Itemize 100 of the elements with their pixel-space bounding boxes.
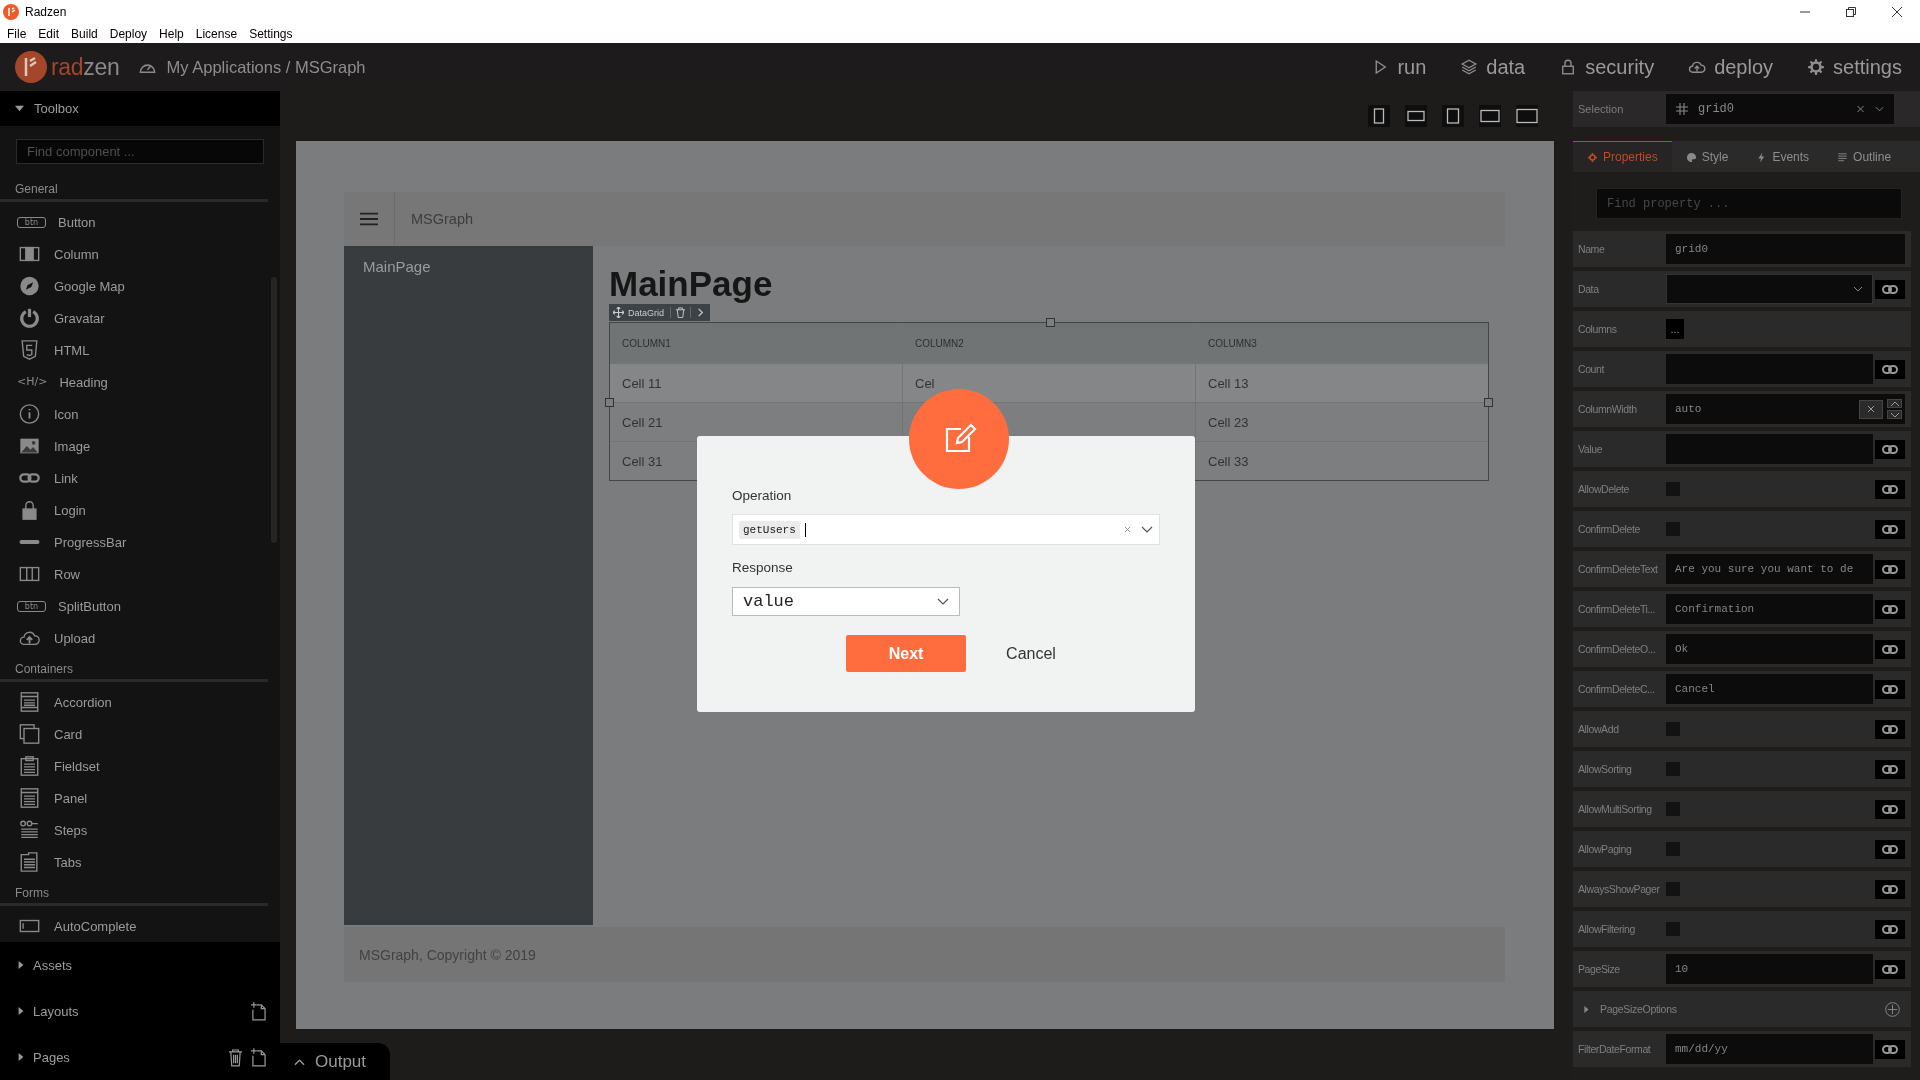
device-button[interactable] [1479,105,1501,127]
clear-icon[interactable] [1124,526,1131,533]
panel-title[interactable]: Assets [33,957,72,973]
menu-item[interactable]: Help [159,26,184,41]
toolbox-item[interactable]: Panel [0,782,268,814]
link-button[interactable] [1875,479,1905,499]
selected-chip[interactable]: getUsers [739,520,800,539]
caret-icon[interactable] [1583,1005,1590,1013]
nav-link[interactable]: data [1460,55,1526,79]
menu-item[interactable]: Deploy [109,26,148,41]
link-button[interactable] [1875,759,1905,779]
caret-icon[interactable] [17,1007,25,1015]
checkbox[interactable] [1666,722,1680,736]
menu-item[interactable]: License [195,26,238,41]
dropdown-field[interactable]: value [732,587,960,616]
toolbox-item[interactable]: Steps [0,814,268,846]
link-button[interactable] [1875,799,1905,819]
toolbox-item[interactable]: ProgressBar [0,526,268,558]
toolbox-item[interactable]: Upload [0,622,268,654]
text-field[interactable] [1666,354,1873,384]
device-button[interactable] [1405,105,1427,127]
toolbox-item[interactable]: btn SplitButton [0,590,268,622]
link-button[interactable] [1875,679,1905,699]
multi-select-field[interactable]: getUsers [732,514,1160,545]
clear-icon[interactable] [1856,105,1865,113]
nav-link[interactable]: settings [1807,55,1902,79]
checkbox[interactable] [1666,482,1680,496]
device-button[interactable] [1442,105,1464,127]
toolbox-item[interactable]: Card [0,718,268,750]
toolbox-item[interactable]: Icon [0,398,268,430]
toolbox-item[interactable]: Login [0,494,268,526]
toolbox-item[interactable]: Google Map [0,270,268,302]
ellipsis-button[interactable]: ... [1666,319,1684,339]
menu-item[interactable]: Build [71,26,98,41]
link-button[interactable] [1875,519,1905,539]
toolbox-item[interactable]: Image [0,430,268,462]
add-page-icon[interactable] [251,1001,266,1021]
menu-item[interactable]: Edit [38,26,60,41]
text-field[interactable]: Confirmation [1666,594,1873,624]
link-button[interactable] [1875,919,1905,939]
link-button[interactable] [1875,639,1905,659]
dropdown-field[interactable] [1666,274,1873,304]
link-button[interactable] [1875,719,1905,739]
trash-icon[interactable] [228,1047,243,1067]
nav-link[interactable]: security [1559,55,1655,79]
panel-title[interactable]: Layouts [33,1003,79,1019]
text-field[interactable]: grid0 [1666,234,1905,264]
cancel-button[interactable]: Cancel [1006,644,1056,663]
link-button[interactable] [1875,279,1905,299]
device-button[interactable] [1516,105,1538,127]
toolbox-item[interactable]: Gravatar [0,302,268,334]
toolbox-item[interactable]: btn Button [0,206,268,238]
search-field[interactable]: Find component ... [16,139,264,164]
resize-handle[interactable] [605,398,614,407]
menu-item[interactable]: File [7,26,27,41]
toolbox-item[interactable]: Column [0,238,268,270]
nav-link[interactable]: run [1371,55,1427,79]
tab[interactable]: Events [1742,141,1824,172]
toolbox-item[interactable]: Link [0,462,268,494]
toolbox-item[interactable]: AutoComplete [0,910,268,942]
clear-button[interactable] [1859,399,1883,419]
toolbox-item[interactable]: Tabs [0,846,268,878]
add-page-icon[interactable] [251,1047,266,1067]
caret-icon[interactable] [15,104,24,113]
text-field[interactable]: 10 [1666,954,1873,984]
text-field[interactable]: Are you sure you want to de [1666,554,1873,584]
link-button[interactable] [1875,959,1905,979]
toolbox-item[interactable]: Fieldset [0,750,268,782]
link-button[interactable] [1875,359,1905,379]
caret-icon[interactable] [1141,526,1153,533]
caret-icon[interactable] [17,961,25,969]
checkbox[interactable] [1666,762,1680,776]
resize-handle[interactable] [1046,318,1055,327]
text-field[interactable]: Ok [1666,634,1873,664]
checkbox[interactable] [1666,882,1680,896]
toolbox-item[interactable]: <H/> Heading [0,366,268,398]
nav-item[interactable]: MainPage [344,258,593,275]
checkbox[interactable] [1666,922,1680,936]
search-field[interactable]: Find property ... [1596,188,1902,219]
device-button[interactable] [1368,105,1390,127]
text-field[interactable]: Cancel [1666,674,1873,704]
decrement-button[interactable] [1887,410,1902,419]
toolbox-item[interactable]: HTML [0,334,268,366]
link-button[interactable] [1875,839,1905,859]
caret-icon[interactable] [17,1053,25,1061]
tab[interactable]: Outline [1823,141,1906,172]
checkbox[interactable] [1666,842,1680,856]
link-button[interactable] [1875,559,1905,579]
toolbox-item[interactable]: Accordion [0,686,268,718]
link-button[interactable] [1875,439,1905,459]
link-button[interactable] [1875,1039,1905,1059]
add-icon[interactable] [1885,1001,1900,1017]
nav-link[interactable]: deploy [1688,55,1774,79]
text-field[interactable]: mm/dd/yy [1666,1034,1873,1064]
link-button[interactable] [1875,599,1905,619]
checkbox[interactable] [1666,802,1680,816]
toolbox-item[interactable]: Row [0,558,268,590]
menu-item[interactable]: Settings [249,26,293,41]
selection-dropdown[interactable]: grid0 [1666,94,1894,124]
increment-button[interactable] [1887,399,1902,408]
